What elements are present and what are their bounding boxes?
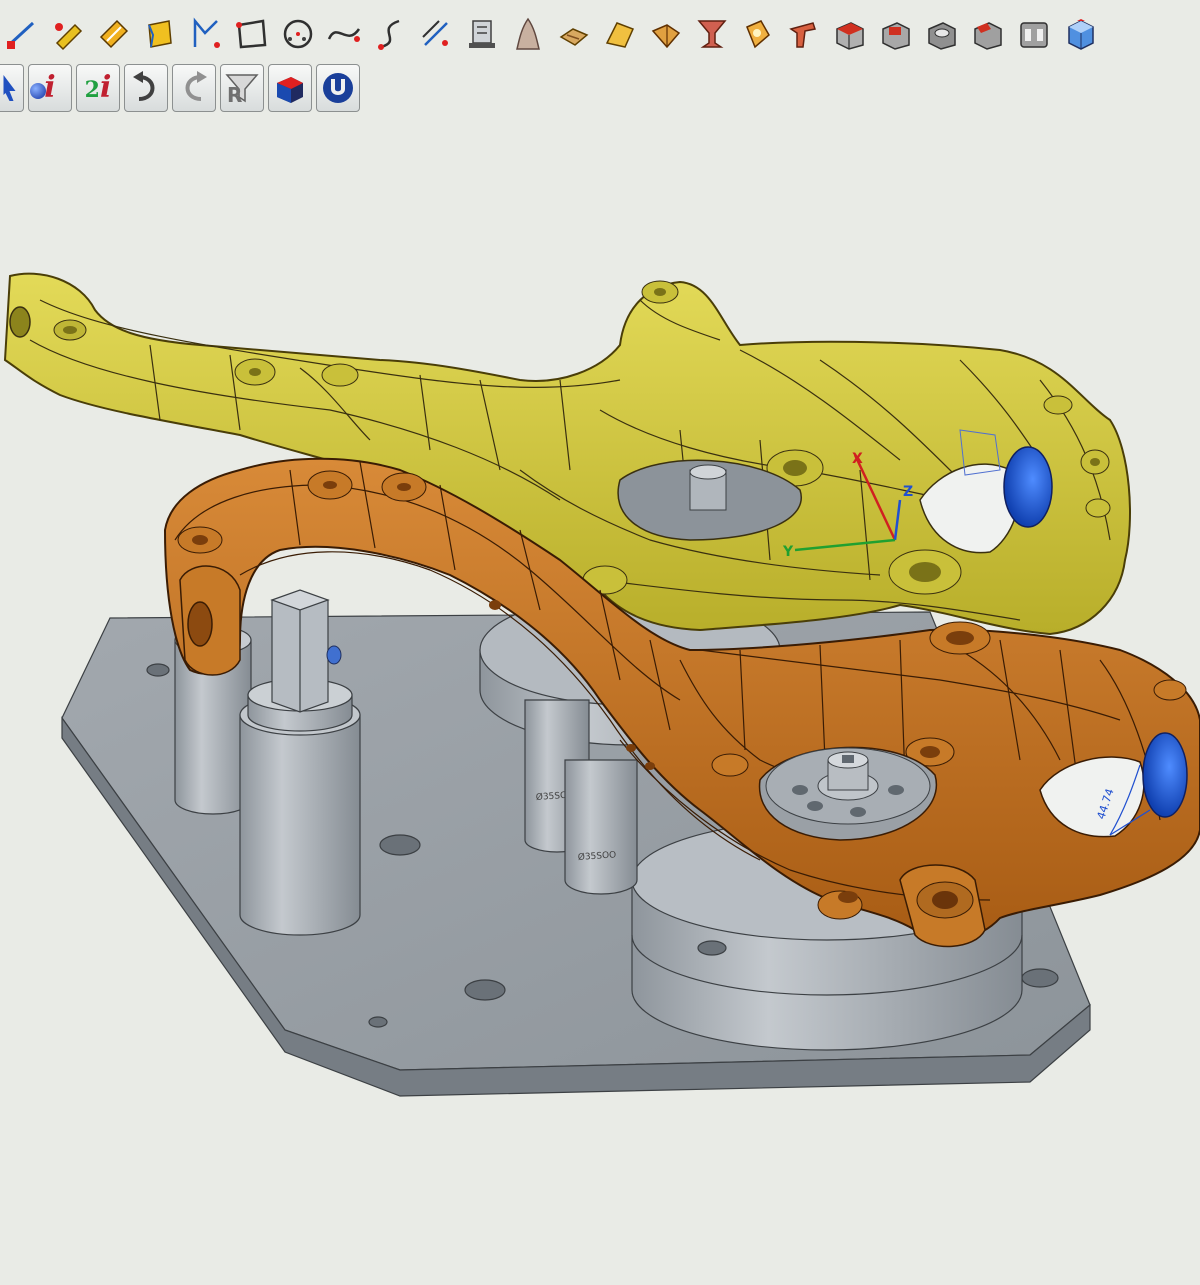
cylinder-block-icon [928,22,956,50]
boolean-icon [974,22,1002,50]
orange-end-eye [187,601,213,647]
sweep-tool-button[interactable] [646,12,686,56]
pattern-tool-button[interactable] [1014,12,1054,56]
revolve-icon [516,17,540,50]
red-box-icon [836,22,864,50]
sweep-icon [651,24,681,49]
boolean-tool-button[interactable] [968,12,1008,56]
chalice-icon [697,20,727,48]
circle-icon [283,19,313,49]
brush-icon [99,19,129,49]
loft-tool-button[interactable] [600,12,640,56]
shell-icon [746,20,770,49]
redo-icon [185,71,207,101]
cylinder-block-tool-button[interactable] [922,12,962,56]
extrude-icon [559,28,589,46]
revolve-tool-button[interactable] [508,12,548,56]
solid-box-button[interactable] [268,64,312,112]
info-2-button[interactable]: 2i [76,64,120,112]
red-box-cut-tool-button[interactable] [876,12,916,56]
axis-label-z: Z [903,484,913,500]
loft-icon [605,22,635,48]
select-icon [3,75,16,101]
redo-button[interactable] [172,64,216,112]
point-pen-icon [55,23,83,51]
info-2-letter: i [99,70,112,105]
blue-cube-tool-button[interactable] [1060,12,1100,56]
info-toolbar: i 2i R [0,62,360,114]
select-button[interactable] [0,64,24,112]
sketch-icon [469,20,495,48]
filter-button[interactable]: R [220,64,264,112]
offset-icon [422,20,448,46]
filter-letter: R [227,83,243,107]
yellow-end-eye [9,306,31,338]
offset-tool-button[interactable] [416,12,456,56]
freeform-curve-icon [378,19,400,50]
brush-tool-button[interactable] [94,12,134,56]
curve-tool-button[interactable] [186,12,226,56]
red-box-tool-button[interactable] [830,12,870,56]
orange-blue-bore [1142,732,1188,818]
magnet-icon [323,73,353,103]
fillet-icon [789,22,816,48]
pattern-icon [1020,22,1048,48]
freeform-curve-tool-button[interactable] [370,12,410,56]
surface-tool-button[interactable] [140,12,180,56]
spline-tool-button[interactable] [324,12,364,56]
extrude-tool-button[interactable] [554,12,594,56]
middle-pillar-front[interactable]: Ø35SOO [564,759,638,895]
info-button[interactable]: i [28,64,72,112]
red-box-cut-icon [882,22,910,50]
blue-cube-icon [1068,19,1094,50]
sketch-tool-button[interactable] [462,12,502,56]
line-icon [7,21,35,49]
surface-icon [148,20,172,48]
info-icon: i [44,70,56,105]
modeling-toolbar [0,8,1200,60]
info-2-icon: 2i [85,73,112,103]
axis-label-y: Y [782,544,794,560]
point-pen-tool-button[interactable] [48,12,88,56]
magnet-button[interactable] [316,64,360,112]
axis-label-x: X [852,451,863,467]
chalice-tool-button[interactable] [692,12,732,56]
circle-tool-button[interactable] [278,12,318,56]
undo-button[interactable] [124,64,168,112]
curve-icon [193,17,220,48]
undo-icon [133,71,155,101]
info-2-number: 2 [84,77,100,103]
3d-viewport[interactable]: Ø35SOO Ø35SOO X Z Y 44.74 [0,120,1200,1285]
solid-box-icon [277,77,303,103]
model-scene: Ø35SOO Ø35SOO X Z Y 44.74 [3,272,1200,1097]
spline-icon [327,28,361,42]
line-tool-button[interactable] [2,12,42,56]
fillet-tool-button[interactable] [784,12,824,56]
shell-tool-button[interactable] [738,12,778,56]
rectangle-icon [236,19,267,49]
rectangle-tool-button[interactable] [232,12,272,56]
yellow-blue-bore [1003,446,1053,528]
